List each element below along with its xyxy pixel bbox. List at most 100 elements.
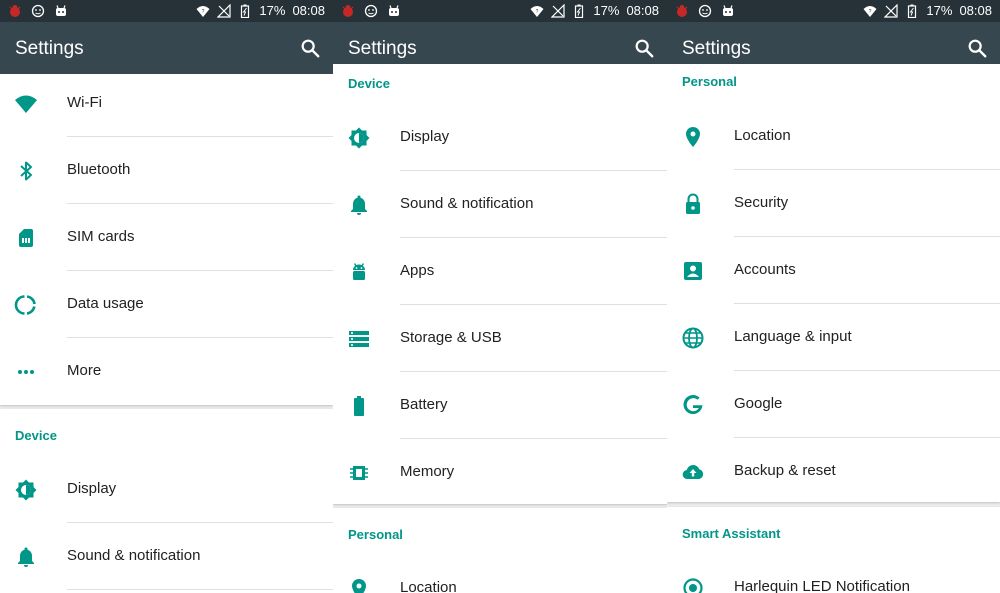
google-icon: [681, 393, 705, 417]
settings-screen-1: 17% 08:08 Settings Wi-Fi Bluetooth SIM c…: [0, 0, 333, 593]
clock: 08:08: [959, 3, 992, 18]
settings-item-label: Sound & notification: [67, 547, 201, 564]
settings-item-label: Storage & USB: [400, 329, 502, 346]
no-signal-icon: [884, 4, 898, 18]
smart-assistant-card: Smart Assistant Harlequin LED Notificati…: [667, 507, 1000, 593]
battery-percent: 17%: [259, 3, 286, 18]
settings-item-label: Accounts: [734, 261, 796, 278]
settings-item-location[interactable]: Location: [667, 103, 1000, 170]
more-icon: [14, 360, 38, 384]
settings-item-label: SIM cards: [67, 228, 135, 245]
search-icon[interactable]: [299, 37, 321, 59]
settings-item-storage-usb[interactable]: Storage & USB: [333, 305, 667, 372]
category-header-device: Device: [348, 76, 390, 91]
wireless-card: Wi-Fi Bluetooth SIM cards Data usage Mor: [0, 74, 333, 405]
settings-item-label: Data usage: [67, 295, 144, 312]
settings-item-label: Memory: [400, 463, 455, 480]
robot-notification-icon: [721, 4, 735, 18]
page-title: Settings: [682, 38, 751, 59]
page-title: Settings: [348, 38, 417, 59]
settings-list: Wi-Fi Bluetooth SIM cards Data usage Mor: [0, 74, 333, 593]
settings-item-backup-reset[interactable]: Backup & reset: [667, 438, 1000, 505]
location-icon: [347, 577, 371, 593]
face-notification-icon: [364, 4, 378, 18]
clock: 08:08: [292, 3, 325, 18]
wifi-status-icon: [863, 4, 877, 18]
settings-item-label: Wi-Fi: [67, 94, 102, 111]
face-notification-icon: [698, 4, 712, 18]
settings-item-battery[interactable]: Battery: [333, 372, 667, 439]
sim-card-icon: [14, 226, 38, 250]
search-icon[interactable]: [633, 37, 655, 59]
cloud-upload-icon: [681, 460, 705, 484]
account-icon: [681, 259, 705, 283]
settings-item-label: Google: [734, 395, 783, 412]
settings-item-label: More: [67, 362, 102, 379]
settings-item-accounts[interactable]: Accounts: [667, 237, 1000, 304]
globe-icon: [681, 326, 705, 350]
settings-item-label: Display: [400, 128, 450, 145]
settings-item-location[interactable]: Location: [333, 555, 667, 593]
settings-screen-3: 17% 08:08 Settings Personal Location Sec…: [667, 0, 1000, 593]
no-signal-icon: [551, 4, 565, 18]
settings-item-harlequin-led[interactable]: Harlequin LED Notification: [667, 554, 1000, 593]
settings-item-label: Battery: [400, 396, 448, 413]
settings-item-security[interactable]: Security: [667, 170, 1000, 237]
settings-item-display[interactable]: Display: [0, 456, 333, 523]
battery-status-icon: [238, 4, 252, 18]
bell-icon: [347, 193, 371, 217]
storage-icon: [347, 327, 371, 351]
status-bar: 17% 08:08: [667, 0, 1000, 22]
search-icon[interactable]: [966, 37, 988, 59]
lock-icon: [681, 192, 705, 216]
settings-item-apps[interactable]: Apps: [333, 238, 667, 305]
settings-item-label: Language & input: [734, 328, 852, 345]
settings-item-sound-notification[interactable]: Sound & notification: [333, 171, 667, 238]
settings-item-label: Display: [67, 480, 117, 497]
status-bar: 17% 08:08: [0, 0, 333, 22]
data-usage-icon: [14, 293, 38, 317]
settings-item-memory[interactable]: Memory: [333, 439, 667, 506]
bug-notification-icon: [8, 4, 22, 18]
clock: 08:08: [626, 3, 659, 18]
settings-item-label: Harlequin LED Notification: [734, 578, 910, 593]
settings-item-sound-notification[interactable]: Sound & notification: [0, 523, 333, 590]
settings-item-wifi[interactable]: Wi-Fi: [0, 70, 333, 137]
battery-status-icon: [905, 4, 919, 18]
settings-item-language-input[interactable]: Language & input: [667, 304, 1000, 371]
no-signal-icon: [217, 4, 231, 18]
wifi-status-icon: [530, 4, 544, 18]
bell-icon: [14, 545, 38, 569]
led-icon: [681, 576, 705, 593]
settings-screen-2: 17% 08:08 Settings Device Display Sound …: [333, 0, 667, 593]
settings-item-label: Backup & reset: [734, 462, 836, 479]
settings-item-sim-cards[interactable]: SIM cards: [0, 204, 333, 271]
settings-item-display[interactable]: Display: [333, 104, 667, 171]
display-icon: [347, 126, 371, 150]
category-header-smart-assistant: Smart Assistant: [682, 526, 781, 541]
android-icon: [347, 260, 371, 284]
settings-item-data-usage[interactable]: Data usage: [0, 271, 333, 338]
settings-item-label: Apps: [400, 262, 435, 279]
category-header-personal: Personal: [348, 527, 403, 542]
bug-notification-icon: [341, 4, 355, 18]
settings-item-label: Security: [734, 194, 789, 211]
settings-item-bluetooth[interactable]: Bluetooth: [0, 137, 333, 204]
battery-percent: 17%: [593, 3, 620, 18]
settings-item-label: Bluetooth: [67, 161, 131, 178]
divider: [67, 589, 333, 590]
robot-notification-icon: [54, 4, 68, 18]
personal-card: Personal Location: [333, 508, 667, 593]
settings-item-more[interactable]: More: [0, 338, 333, 405]
bluetooth-icon: [14, 159, 38, 183]
battery-status-icon: [572, 4, 586, 18]
settings-item-google[interactable]: Google: [667, 371, 1000, 438]
device-card: Device Display Sound & notification: [0, 409, 333, 593]
category-header-personal: Personal: [682, 74, 737, 89]
settings-list: Device Display Sound & notification Apps…: [333, 64, 667, 593]
robot-notification-icon: [387, 4, 401, 18]
battery-icon: [347, 394, 371, 418]
personal-card: Personal Location Security Accounts Lang…: [667, 64, 1000, 502]
settings-list: Personal Location Security Accounts Lang…: [667, 64, 1000, 593]
category-header-device: Device: [15, 428, 57, 443]
